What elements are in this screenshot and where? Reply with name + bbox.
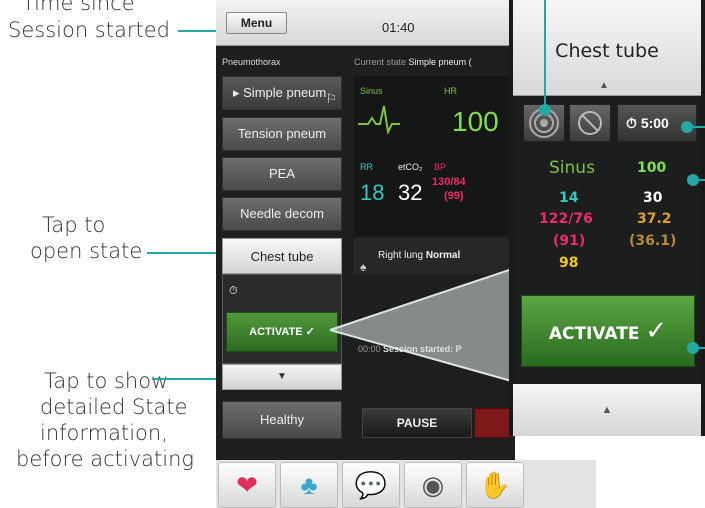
zoom-title: Chest tube [555,40,659,62]
zoom-etco2: 30 [643,190,663,206]
annotation-session-started: Session started [8,18,170,42]
state-chest-tube[interactable]: Chest tube [222,238,342,274]
no-walk-glyph [578,111,602,135]
annotation-information: information, [40,421,168,445]
sound-callout-line [544,0,546,108]
zoom-footer[interactable]: ▲ [513,384,701,436]
zoom-rhythm: Sinus [549,158,595,178]
current-state: Current state Simple pneum ( [354,57,472,67]
rhythm-label: Sinus [360,86,383,96]
chevron-up-icon: ▲ [599,80,609,91]
annotation-tap-to-show: Tap to show [44,369,169,393]
zoom-bp: 122/76 [539,211,593,227]
scenario-name: Pneumothorax [222,57,281,67]
timer-callout-dot [681,121,693,133]
lungs-icon: ♠ [360,260,367,274]
chevron-up-icon: ▲ [601,404,613,416]
state-tension-pneum[interactable]: Tension pneum [222,117,342,151]
activate-button-large[interactable]: ACTIVATE ✓ [521,295,695,367]
heart-icon[interactable]: ❤ [218,462,276,508]
state-label: Simple pneum [243,85,327,100]
hr-label: HR [444,86,457,96]
activate-button-small[interactable]: ACTIVATE ✓ [226,312,338,352]
speech-bubble-icon[interactable]: 💬 [342,462,400,508]
lungs-tab-icon[interactable]: ♣ [280,462,338,508]
bottom-tab-bar: ❤ ♣ 💬 ◉ ✋ [216,460,596,508]
state-healthy[interactable]: Healthy [222,401,342,439]
chevron-down-icon: ▼ [277,371,287,382]
state-simple-pneum[interactable]: ▸ Simple pneum ⚐ [222,76,342,110]
etco2-value: 32 [398,180,423,205]
right-lung-status: ♠ Right lung Normal [354,238,515,274]
annotation-tap-to: Tap to [42,213,106,237]
zoom-header: Chest tube ▲ [513,0,701,96]
chest-tube-detail-zoom: Chest tube ▲ ⏱ 5:00 Sinus 100 14 30 122/… [509,0,705,436]
bp-value: 130/84 [432,176,466,188]
glove-icon[interactable]: ✋ [466,462,524,508]
menu-button[interactable]: Menu [226,12,287,34]
zoom-map: (91) [553,233,586,249]
top-bar: Menu 01:40 [216,0,515,46]
bp-label: BP [434,162,447,172]
etco2-label: etCO₂ [398,162,423,172]
zoom-rr: 14 [559,190,579,206]
annotation-detailed-state: detailed State [40,395,188,419]
event-log: 00:00 Session started: P [358,344,462,354]
vitals-callout-dot [687,174,699,186]
activate-callout-dot [687,342,699,354]
elapsed-time: 01:40 [382,20,415,35]
speaker-icon[interactable]: ◉ [404,462,462,508]
state-needle-decom[interactable]: Needle decom [222,197,342,231]
annotation-before-activating: before activating [16,447,195,471]
checkmark-icon: ✓ [645,316,668,346]
annotation-time-since: Time since [22,0,135,15]
zoom-temp2: (36.1) [629,233,677,249]
hr-value: 100 [452,106,499,137]
stopwatch-icon: ⏱ [229,285,238,297]
timer-value: 5:00 [640,115,669,131]
zoom-spo2: 98 [559,255,579,271]
simulator-screen: Menu 01:40 Pneumothorax ▸ Simple pneum ⚐… [216,0,515,460]
activate-label: ACTIVATE [548,324,640,344]
vitals-panel: Sinus HR 100 RR 18 etCO₂ 32 BP 130/84 (9… [354,76,515,236]
pause-button[interactable]: PAUSE [362,408,472,438]
state-pea[interactable]: PEA [222,157,342,191]
rr-value: 18 [360,180,385,205]
zoom-temp: 37.2 [637,211,672,227]
sound-callout-dot [539,104,551,116]
flag-icon: ⚐ [325,91,337,106]
rr-label: RR [360,162,373,172]
map-value: (99) [444,190,464,202]
annotation-open-state: open state [30,239,143,263]
no-walk-icon[interactable] [569,104,611,142]
play-arrow-icon: ▸ [233,85,244,100]
stopwatch-icon: ⏱ [626,115,641,131]
ecg-wave-icon [358,105,400,134]
zoom-hr: 100 [637,160,667,176]
expand-details-button[interactable]: ▼ [222,364,342,390]
